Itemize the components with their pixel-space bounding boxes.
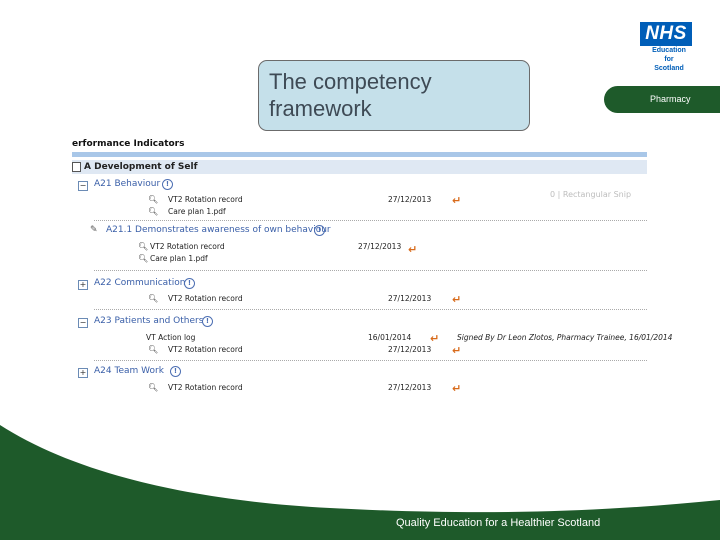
row-divider xyxy=(94,360,647,361)
department-bar: Pharmacy xyxy=(604,86,720,113)
magnifier-icon[interactable]: 🔍︎ xyxy=(148,345,158,354)
footer-tagline: Quality Education for a Healthier Scotla… xyxy=(396,517,601,529)
header-bar xyxy=(72,152,647,157)
evidence-name[interactable]: VT2 Rotation record xyxy=(168,294,243,303)
evidence-name[interactable]: VT2 Rotation record xyxy=(150,242,225,251)
indicator-link[interactable]: A23 Patients and Others xyxy=(94,316,203,326)
indicator-row-a24[interactable]: + A24 Team Work ! xyxy=(72,366,647,379)
collapse-toggle-icon[interactable] xyxy=(72,162,81,172)
evidence-row: 🔍︎ VT2 Rotation record 27/12/2013 ↵ xyxy=(72,344,647,358)
evidence-row: 🔍︎ Care plan 1.pdf xyxy=(72,254,647,267)
nhs-logo-mark: NHS xyxy=(640,22,692,46)
evidence-name[interactable]: VT2 Rotation record xyxy=(168,383,243,392)
logo-line2: for xyxy=(664,56,674,63)
indicator-link[interactable]: A21.1 Demonstrates awareness of own beha… xyxy=(106,225,331,235)
evidence-date: 27/12/2013 xyxy=(388,345,432,354)
evidence-name[interactable]: VT Action log xyxy=(146,333,195,342)
signed-by-text: Signed By Dr Leon Zlotos, Pharmacy Train… xyxy=(457,333,673,342)
logo-line3: Scotland xyxy=(654,65,684,72)
evidence-date: 27/12/2013 xyxy=(358,242,402,251)
return-arrow-icon[interactable]: ↵ xyxy=(452,344,461,357)
info-icon[interactable]: ! xyxy=(184,278,195,289)
return-arrow-icon[interactable]: ↵ xyxy=(452,382,461,395)
return-arrow-icon[interactable]: ↵ xyxy=(452,293,461,306)
row-divider xyxy=(94,220,647,221)
evidence-date: 16/01/2014 xyxy=(368,333,412,342)
pencil-icon[interactable]: ✎ xyxy=(90,225,98,235)
performance-indicators-heading: erformance Indicators xyxy=(72,138,647,152)
expand-toggle-icon[interactable]: + xyxy=(78,280,88,290)
evidence-date: 27/12/2013 xyxy=(388,195,432,204)
return-arrow-icon[interactable]: ↵ xyxy=(430,332,439,345)
return-arrow-icon[interactable]: ↵ xyxy=(452,194,461,207)
magnifier-icon[interactable]: 🔍︎ xyxy=(138,254,148,263)
magnifier-icon[interactable]: 🔍︎ xyxy=(148,207,158,216)
magnifier-icon[interactable]: 🔍︎ xyxy=(148,195,158,204)
eportfolio-screenshot: erformance Indicators A Development of S… xyxy=(72,138,672,398)
evidence-name[interactable]: Care plan 1.pdf xyxy=(168,207,226,216)
evidence-row: 🔍︎ VT2 Rotation record 27/12/2013 ↵ xyxy=(72,293,647,307)
department-label: Pharmacy xyxy=(650,94,691,104)
indicator-link[interactable]: A22 Communication xyxy=(94,278,185,288)
nhs-logo: NHS Education for Scotland xyxy=(640,22,696,73)
magnifier-icon[interactable]: 🔍︎ xyxy=(148,383,158,392)
section-title: A Development of Self xyxy=(84,162,198,172)
indicator-row-a22[interactable]: + A22 Communication ! xyxy=(72,278,647,291)
logo-line1: Education xyxy=(652,47,686,54)
collapse-toggle-icon[interactable]: − xyxy=(78,318,88,328)
evidence-date: 27/12/2013 xyxy=(388,383,432,392)
evidence-date: 27/12/2013 xyxy=(388,294,432,303)
expand-toggle-icon[interactable]: + xyxy=(78,368,88,378)
info-icon[interactable]: ! xyxy=(314,225,325,236)
slide-title-line2: framework xyxy=(269,96,372,121)
info-icon[interactable]: ! xyxy=(202,316,213,327)
info-icon[interactable]: ! xyxy=(162,179,173,190)
evidence-name[interactable]: VT2 Rotation record xyxy=(168,195,243,204)
magnifier-icon[interactable]: 🔍︎ xyxy=(138,242,148,251)
indicator-row-a21-1[interactable]: ✎ A21.1 Demonstrates awareness of own be… xyxy=(72,225,647,238)
indicator-link[interactable]: A24 Team Work xyxy=(94,366,164,376)
indicator-link[interactable]: A21 Behaviour xyxy=(94,179,160,189)
info-icon[interactable]: ! xyxy=(170,366,181,377)
magnifier-icon[interactable]: 🔍︎ xyxy=(148,294,158,303)
evidence-row: 🔍︎ Care plan 1.pdf xyxy=(72,207,647,220)
slide-title-line1: The competency xyxy=(269,69,432,94)
slide-title-box: The competency framework xyxy=(258,60,530,131)
indicator-row-a23[interactable]: − A23 Patients and Others ! xyxy=(72,316,647,329)
evidence-name[interactable]: Care plan 1.pdf xyxy=(150,254,208,263)
collapse-toggle-icon[interactable]: − xyxy=(78,181,88,191)
row-divider xyxy=(94,309,647,310)
section-development-of-self[interactable]: A Development of Self xyxy=(72,160,647,174)
evidence-row: 🔍︎ VT2 Rotation record 27/12/2013 ↵ xyxy=(72,382,647,396)
indicator-row-a21[interactable]: − A21 Behaviour ! xyxy=(72,179,647,192)
evidence-name[interactable]: VT2 Rotation record xyxy=(168,345,243,354)
row-divider xyxy=(94,270,647,271)
